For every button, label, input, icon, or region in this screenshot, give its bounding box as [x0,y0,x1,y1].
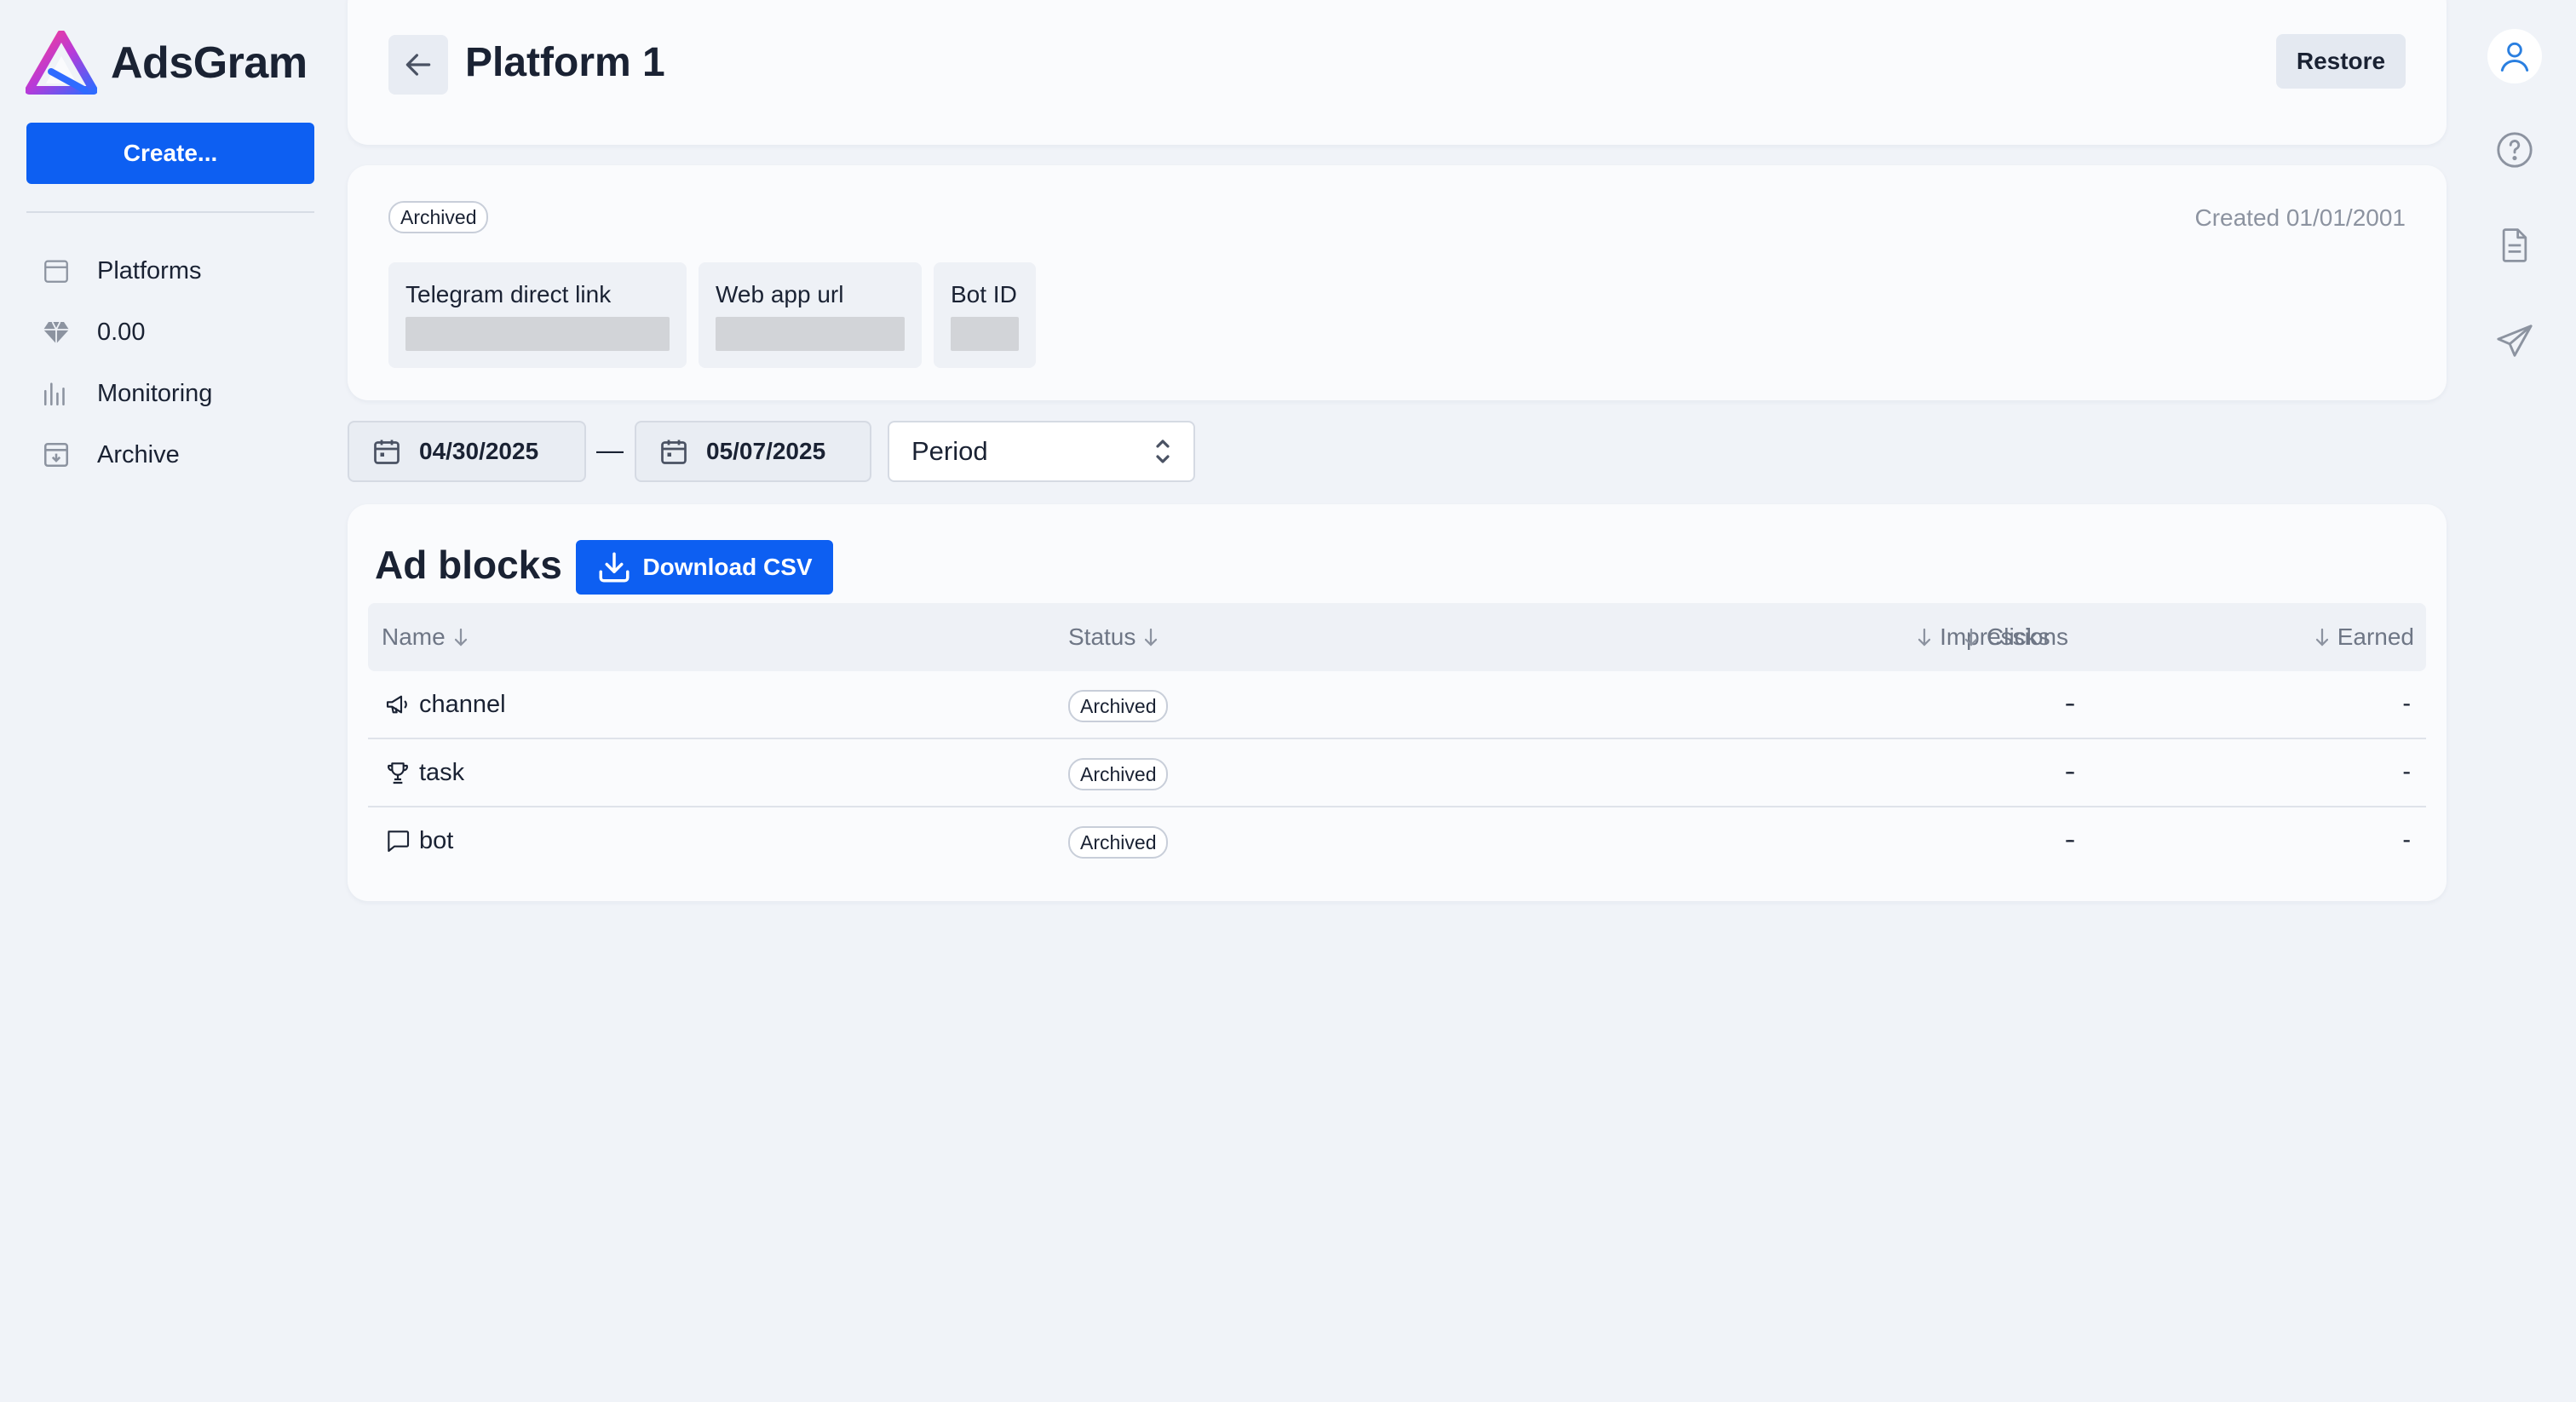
column-header-clicks[interactable]: Clicks [1956,623,2050,651]
telegram-button[interactable] [2487,313,2542,368]
date-range-separator: — [596,434,624,465]
status-badge: Archived [1068,826,1169,859]
sidebar-item-label: 0.00 [97,318,146,346]
sidebar-item-platforms[interactable]: Platforms [37,240,212,302]
period-select[interactable]: Period [888,421,1195,482]
documentation-button[interactable] [2487,218,2542,273]
ad-block-name[interactable]: task [383,758,464,787]
created-date: Created 01/01/2001 [2194,204,2406,231]
sidebar-divider [26,211,314,213]
ad-blocks-card: Ad blocks Download CSV Name Status Impre… [348,504,2447,901]
user-profile-button[interactable] [2487,29,2542,83]
platform-info-card: Archived Created 01/01/2001 Telegram dir… [348,165,2447,400]
column-label: Earned [2337,623,2414,650]
help-circle-icon [2497,132,2533,168]
row-name-label: channel [419,690,506,718]
date-from-input[interactable]: 04/30/2025 [348,421,586,482]
date-to-value: 05/07/2025 [706,438,826,464]
paper-plane-icon [2497,325,2533,357]
trophy-icon [383,758,412,787]
chat-bubble-icon [383,826,412,855]
sidebar-item-label: Archive [97,440,180,468]
period-select-value: Period [911,436,988,466]
status-badge: Archived [388,201,489,233]
back-button[interactable] [388,35,448,95]
diamond-icon [37,313,75,351]
column-label: Clicks [1987,623,2050,650]
download-csv-button[interactable]: Download CSV [576,540,833,595]
arrow-left-icon [405,54,431,76]
adsgram-logo-icon [26,31,97,95]
column-label: Status [1068,623,1136,650]
sidebar-item-label: Platforms [97,256,202,284]
page-header: Platform 1 Restore [348,0,2447,145]
download-icon [599,552,630,583]
sidebar: AdsGram Create... Platforms 0.00 Monitor… [0,0,341,1402]
date-to-input[interactable]: 05/07/2025 [635,421,871,482]
sort-arrow-icon [1964,628,1978,646]
field-label: Bot ID [951,281,1017,307]
status-badge: Archived [1068,690,1169,722]
table-row[interactable]: task Archived - - - [368,739,2426,807]
help-button[interactable] [2487,123,2542,177]
archive-icon [37,436,75,474]
table-header: Name Status Impressions Earned Clicks [368,603,2426,671]
sidebar-item-archive[interactable]: Archive [37,424,212,486]
logo[interactable]: AdsGram [26,31,308,95]
sort-arrow-icon [2315,628,2328,646]
brand-name: AdsGram [111,38,308,88]
column-header-name[interactable]: Name [382,623,476,651]
sidebar-item-balance[interactable]: 0.00 [37,302,212,363]
field-value-placeholder [716,317,905,351]
date-from-value: 04/30/2025 [419,438,539,464]
column-header-status[interactable]: Status [1068,623,1166,651]
sidebar-item-monitoring[interactable]: Monitoring [37,363,212,424]
sort-arrow-icon [1918,628,1931,646]
page-title: Platform 1 [465,40,665,85]
row-name-label: bot [419,826,454,854]
ad-blocks-title: Ad blocks [375,543,562,587]
row-name-label: task [419,758,465,786]
calendar-icon [37,252,75,290]
sidebar-item-label: Monitoring [97,379,213,407]
ad-block-name[interactable]: bot [383,826,453,855]
earned-value: - [2402,758,2411,785]
ad-block-name[interactable]: channel [383,690,506,719]
field-label: Telegram direct link [405,281,612,307]
field-value-placeholder [405,317,670,351]
earned-value: - [2402,690,2411,717]
field-value-placeholder [951,317,1019,351]
column-label: Name [382,623,446,650]
chevron-up-down-icon [1156,440,1170,463]
download-csv-label: Download CSV [642,554,813,580]
megaphone-icon [383,690,412,719]
sort-arrow-icon [454,628,467,646]
web-app-url-field[interactable]: Web app url [699,262,922,368]
telegram-direct-link-field[interactable]: Telegram direct link [388,262,687,368]
sort-arrow-icon [1145,628,1158,646]
field-label: Web app url [716,281,844,307]
earned-value: - [2402,826,2411,853]
sidebar-nav: Platforms 0.00 Monitoring Archive [37,240,212,486]
calendar-icon [661,440,687,464]
column-header-earned[interactable]: Earned [2307,623,2414,651]
status-badge: Archived [1068,758,1169,790]
calendar-icon [374,440,400,464]
clicks-value: - [2065,826,2073,853]
clicks-value: - [2065,758,2073,785]
create-button[interactable]: Create... [26,123,314,184]
document-icon [2502,228,2527,262]
bar-chart-icon [37,375,75,412]
table-row[interactable]: bot Archived - - - [368,807,2426,876]
clicks-value: - [2065,690,2073,717]
bot-id-field[interactable]: Bot ID [934,262,1036,368]
restore-button[interactable]: Restore [2276,34,2406,89]
user-icon [2500,42,2529,72]
table-row[interactable]: channel Archived - - - [368,671,2426,739]
